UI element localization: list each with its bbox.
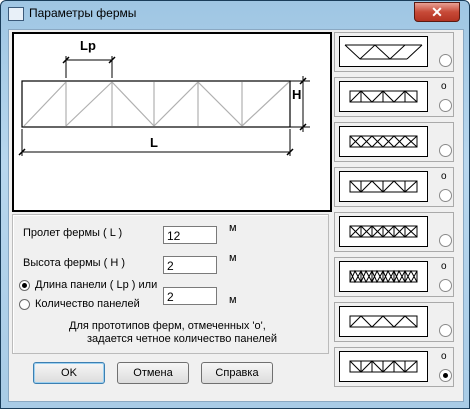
panel-length-option-label: Длина панели ( Lp ) или <box>35 279 158 291</box>
note-line-2: задается четное количество панелей <box>87 333 278 345</box>
truss-prototype-8-image <box>339 351 428 382</box>
truss-schematic: Lp H L <box>12 32 332 212</box>
panel-length-radio[interactable] <box>19 280 30 291</box>
panel-input[interactable]: 2 <box>163 287 217 305</box>
title-bar: Параметры фермы ✕ <box>1 1 469 27</box>
span-label: L <box>150 135 158 150</box>
truss-prototype-7[interactable] <box>334 302 454 342</box>
truss-prototype-4-image <box>339 171 428 202</box>
truss-prototype-5-radio[interactable] <box>439 234 452 247</box>
even-panels-mark-2: о <box>441 81 447 92</box>
truss-parameters-dialog: Параметры фермы ✕ Lp H L Пролет фермы (… <box>0 0 470 409</box>
span-unit: м <box>229 222 237 234</box>
truss-prototype-2[interactable]: о <box>334 77 454 117</box>
even-panels-mark-8: о <box>441 351 447 362</box>
note-line-1: Для прототипов ферм, отмеченных 'о', <box>69 320 266 332</box>
truss-prototype-7-image <box>339 306 428 337</box>
truss-prototype-3-radio[interactable] <box>439 144 452 157</box>
height-unit: м <box>229 252 237 264</box>
truss-prototype-5-image <box>339 216 428 247</box>
truss-prototype-1[interactable] <box>334 32 454 72</box>
panel-count-radio[interactable] <box>19 299 30 310</box>
even-panels-mark-4: о <box>441 171 447 182</box>
panel-count-option-label: Количество панелей <box>35 298 140 310</box>
truss-prototype-4[interactable]: о <box>334 167 454 207</box>
height-field-label: Высота фермы ( H ) <box>23 257 126 269</box>
ok-button[interactable]: OK <box>33 362 105 384</box>
truss-drawing <box>18 56 310 156</box>
truss-prototype-6-radio[interactable] <box>439 279 452 292</box>
truss-prototype-3-image <box>339 126 428 157</box>
truss-prototype-2-radio[interactable] <box>439 99 452 112</box>
panel-length-label: Lp <box>80 38 96 53</box>
truss-prototype-4-radio[interactable] <box>439 189 452 202</box>
truss-prototype-6-image <box>339 261 428 292</box>
truss-prototype-6[interactable]: о <box>334 257 454 297</box>
height-input[interactable]: 2 <box>163 256 217 274</box>
parameters-group: Пролет фермы ( L ) 12 м Высота фермы ( H… <box>12 214 329 354</box>
cancel-button[interactable]: Отмена <box>117 362 189 384</box>
window-title: Параметры фермы <box>29 6 137 20</box>
span-input[interactable]: 12 <box>163 226 217 244</box>
truss-prototype-5[interactable] <box>334 212 454 252</box>
truss-prototype-2-image <box>339 81 428 112</box>
truss-prototype-8-radio[interactable] <box>439 369 452 382</box>
help-button[interactable]: Справка <box>201 362 273 384</box>
height-label: H <box>292 87 302 102</box>
panel-unit: м <box>229 294 237 306</box>
truss-prototype-8[interactable]: о <box>334 347 454 387</box>
close-button[interactable]: ✕ <box>414 2 460 22</box>
window-icon <box>8 7 24 21</box>
even-panels-mark-6: о <box>441 261 447 272</box>
truss-prototype-3[interactable] <box>334 122 454 162</box>
truss-prototype-1-radio[interactable] <box>439 54 452 67</box>
truss-prototype-1-image <box>339 36 428 67</box>
span-field-label: Пролет фермы ( L ) <box>23 227 123 239</box>
dialog-body: Lp H L Пролет фермы ( L ) 12 м Высота фе… <box>8 29 464 402</box>
truss-prototype-7-radio[interactable] <box>439 324 452 337</box>
